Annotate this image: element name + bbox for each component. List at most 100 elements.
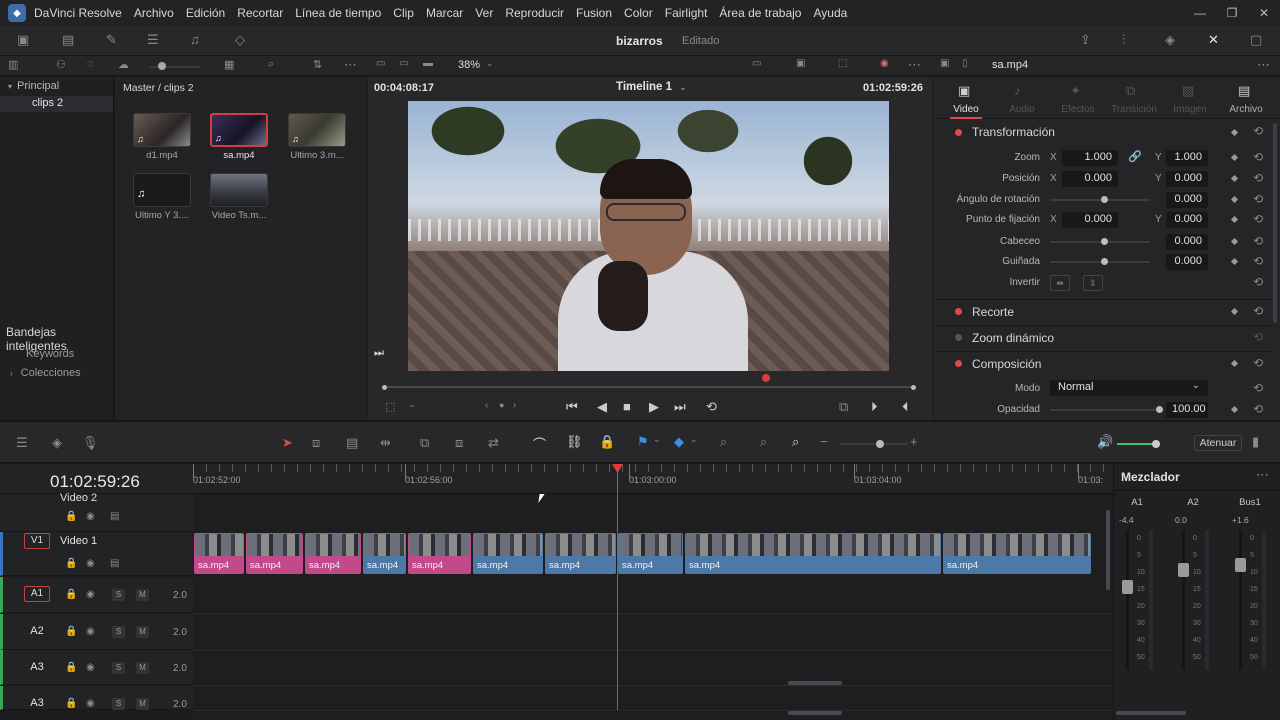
link-icon[interactable]: ⚇ bbox=[56, 58, 66, 71]
flag-icon[interactable]: ⚑ bbox=[637, 434, 649, 450]
list-icon[interactable]: ☰ bbox=[147, 32, 159, 48]
replace-clip-icon[interactable]: ⇄ bbox=[488, 435, 499, 451]
enable-dot[interactable] bbox=[955, 360, 962, 367]
section-transform[interactable]: Transformación bbox=[934, 120, 1272, 144]
inspector-tab[interactable]: Transición bbox=[1106, 104, 1162, 115]
mixer-more-icon[interactable]: ⋯ bbox=[1256, 467, 1269, 483]
jog-left-icon[interactable]: ‹ bbox=[485, 400, 488, 411]
menu-item[interactable]: Archivo bbox=[128, 6, 180, 20]
inspector-more-icon[interactable]: ⋯ bbox=[1257, 57, 1270, 73]
fader-knob[interactable] bbox=[1178, 563, 1189, 577]
playhead-line[interactable] bbox=[617, 464, 618, 710]
timeline-clip[interactable]: sa.mp4 bbox=[473, 533, 543, 574]
lock-icon[interactable]: 🔒 bbox=[65, 558, 77, 569]
inspector-tab[interactable]: Imagen bbox=[1162, 104, 1218, 115]
reset-icon[interactable]: ⟲ bbox=[1253, 212, 1263, 226]
audio-lane[interactable] bbox=[193, 710, 1113, 711]
timeline-selector[interactable]: Timeline 1 ⌄ bbox=[616, 81, 687, 93]
fader-knob[interactable] bbox=[1122, 580, 1133, 594]
section-composite[interactable]: Composición bbox=[934, 351, 1272, 375]
position-lock-icon[interactable]: 🔒 bbox=[599, 434, 615, 450]
timeline-clip[interactable]: sa.mp4 bbox=[194, 533, 244, 574]
effects-library-icon[interactable]: ▤ bbox=[62, 32, 74, 48]
solo-button[interactable]: S bbox=[112, 626, 125, 638]
sort-icon[interactable]: ⇅ bbox=[313, 58, 322, 71]
reset-icon[interactable]: ⟲ bbox=[1253, 171, 1263, 185]
menu-item[interactable]: Ayuda bbox=[807, 6, 853, 20]
sidebar-toggle-icon[interactable]: ▥ bbox=[8, 58, 18, 71]
track-badge[interactable]: A3 bbox=[24, 661, 50, 673]
pitch-slider[interactable] bbox=[1050, 241, 1150, 243]
flag-dropdown-icon[interactable]: ⌄ bbox=[653, 434, 661, 445]
menu-item[interactable]: Área de trabajo bbox=[713, 6, 807, 20]
position-y-input[interactable]: 0.000 bbox=[1166, 171, 1208, 187]
safe-area-icon[interactable]: ▭ bbox=[752, 58, 761, 69]
anchor-y-input[interactable]: 0.000 bbox=[1166, 212, 1208, 228]
zoom-y-input[interactable]: 1.000 bbox=[1166, 150, 1208, 166]
clip-thumb-d1[interactable]: ♫ bbox=[133, 113, 191, 147]
bin-item-clips2[interactable]: clips 2 bbox=[0, 96, 113, 112]
overlay-icon[interactable]: ▣ bbox=[796, 58, 805, 69]
yaw-slider[interactable] bbox=[1050, 261, 1150, 263]
zoom-full-icon[interactable]: ⌕ bbox=[720, 434, 727, 450]
scrub-bar[interactable] bbox=[384, 386, 914, 388]
lock-icon[interactable]: 🔒 bbox=[65, 662, 77, 673]
go-to-end-icon[interactable]: ⏭ bbox=[674, 399, 686, 415]
jog-right-icon[interactable]: › bbox=[513, 400, 516, 411]
go-to-start-icon[interactable]: ⏮ bbox=[566, 399, 578, 415]
loop-icon[interactable]: ⟲ bbox=[706, 399, 717, 415]
mark-in-icon[interactable]: ⏵ bbox=[871, 399, 878, 415]
eye-icon[interactable]: ◉ bbox=[86, 662, 95, 673]
reset-icon[interactable]: ⟲ bbox=[1253, 381, 1263, 395]
flip-vertical-icon[interactable]: ⇳ bbox=[1083, 275, 1103, 291]
inspector-scrollbar[interactable] bbox=[1273, 123, 1277, 323]
reset-icon[interactable]: ⟲ bbox=[1253, 304, 1263, 318]
eye-icon[interactable]: ◉ bbox=[86, 589, 95, 600]
mixer-toggle-icon[interactable]: ⫶ bbox=[1122, 32, 1125, 48]
clip-thumb-ultimo3[interactable]: ♫ bbox=[288, 113, 346, 147]
skip-to-end-icon[interactable]: ⏭ bbox=[374, 347, 384, 360]
dynamic-trim-icon[interactable]: ▤ bbox=[346, 435, 358, 451]
audio-lane[interactable] bbox=[193, 685, 1113, 686]
menu-item[interactable]: Fairlight bbox=[659, 6, 714, 20]
zoom-dropdown-icon[interactable]: ⌄ bbox=[486, 58, 494, 69]
link-icon[interactable]: 🔗 bbox=[1128, 150, 1142, 163]
opacity-slider-knob[interactable] bbox=[1156, 406, 1163, 413]
overwrite-clip-icon[interactable]: ⧈ bbox=[455, 435, 463, 451]
linked-selection-icon[interactable]: ⛓ bbox=[566, 434, 583, 450]
trim-tool-icon[interactable]: ⧈ bbox=[312, 435, 320, 451]
timeline-v-scrollbar[interactable] bbox=[1106, 510, 1110, 590]
stack-icon[interactable]: ◈ bbox=[52, 435, 62, 451]
insert-clip-icon[interactable]: ⧉ bbox=[420, 435, 429, 451]
track-badge[interactable]: V1 bbox=[24, 533, 50, 549]
opacity-slider[interactable] bbox=[1050, 409, 1160, 411]
flip-horizontal-icon[interactable]: ⇹ bbox=[1050, 275, 1070, 291]
timeline-clip[interactable]: sa.mp4 bbox=[943, 533, 1091, 574]
menu-item[interactable]: Recortar bbox=[231, 6, 289, 20]
timeline-clip[interactable]: sa.mp4 bbox=[408, 533, 471, 574]
enable-dot[interactable] bbox=[955, 128, 962, 136]
sound-library-icon[interactable]: ♫ bbox=[190, 32, 200, 47]
menu-item[interactable]: Reproducir bbox=[499, 6, 570, 20]
yaw-slider-knob[interactable] bbox=[1101, 258, 1108, 265]
rotation-input[interactable]: 0.000 bbox=[1166, 192, 1208, 208]
zoom-x-input[interactable]: 1.000 bbox=[1062, 150, 1118, 166]
pitch-input[interactable]: 0.000 bbox=[1166, 234, 1208, 250]
viewer-more-icon[interactable]: ⋯ bbox=[908, 57, 921, 73]
timeline-h-scrollbar-2[interactable] bbox=[788, 711, 842, 715]
reset-icon[interactable]: ⟲ bbox=[1253, 402, 1263, 416]
reset-icon[interactable]: ⟲ bbox=[1253, 330, 1263, 344]
thumb-size-knob[interactable] bbox=[158, 62, 166, 70]
close-window-button[interactable]: ✕ bbox=[1248, 6, 1280, 20]
track-badge[interactable]: A1 bbox=[24, 586, 50, 602]
volume-knob[interactable] bbox=[1152, 440, 1160, 448]
reset-icon[interactable]: ⟲ bbox=[1253, 124, 1263, 138]
rotation-slider-knob[interactable] bbox=[1101, 196, 1108, 203]
crop-dropdown-icon[interactable]: ⌄ bbox=[408, 399, 416, 410]
stop-icon[interactable]: ■ bbox=[623, 399, 631, 414]
search-icon[interactable]: ⌕ bbox=[268, 58, 274, 71]
film-icon[interactable]: ▤ bbox=[110, 558, 119, 569]
timeline-h-scrollbar[interactable] bbox=[788, 681, 842, 685]
timeline-clip[interactable]: sa.mp4 bbox=[685, 533, 941, 574]
metadata-icon[interactable]: ◈ bbox=[1165, 32, 1175, 48]
